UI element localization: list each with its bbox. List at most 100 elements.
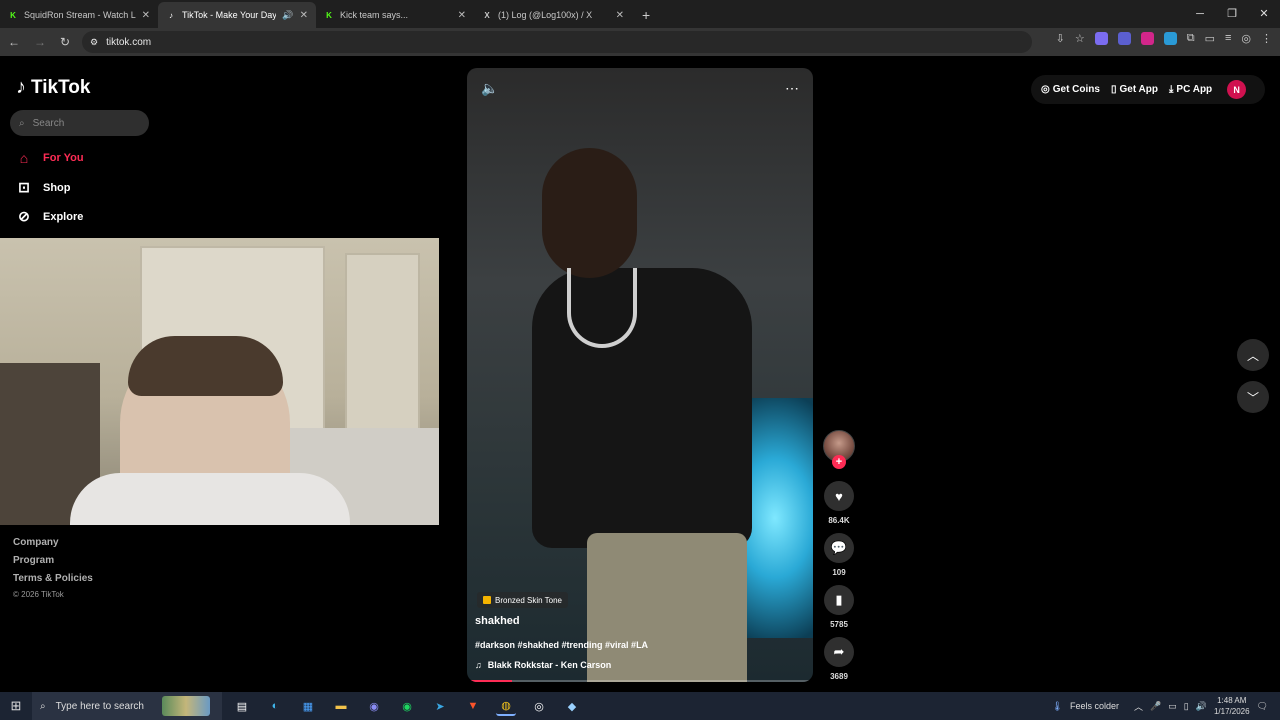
dancer-chain [567, 268, 637, 348]
copyright: © 2026 TikTok [13, 590, 64, 599]
comment-icon[interactable]: 💬 [824, 533, 854, 563]
previous-video-button[interactable]: ︿ [1237, 339, 1269, 371]
next-video-button[interactable]: ﹀ [1237, 381, 1269, 413]
extension-icon[interactable] [1117, 32, 1131, 45]
extensions-bar: ⇩ ☆ ⧉ ▭ ≡ ◎ ⋮ [1056, 32, 1272, 45]
search-icon: ⌕ [40, 700, 46, 712]
tab-squidron[interactable]: K SquidRon Stream - Watch Live ✕ [0, 2, 158, 28]
taskbar-apps: ▤ ◐ ▦ ▬ ◉ ◉ ➤ ▼ ◍ ◎ ◆ [232, 696, 582, 716]
nav-shop[interactable]: ⊡ Shop [16, 179, 70, 196]
discord-icon[interactable]: ◉ [364, 696, 384, 716]
url-field[interactable]: ⚙ tiktok.com [82, 31, 1032, 53]
bookmark-icon[interactable]: ▮ [824, 585, 854, 615]
spotify-icon[interactable]: ◉ [397, 696, 417, 716]
footer-program[interactable]: Program [13, 555, 54, 566]
media-icon[interactable]: ≡ [1225, 32, 1231, 45]
share-icon[interactable]: ➦ [824, 637, 854, 667]
sidepanel-icon[interactable]: ▭ [1205, 32, 1215, 45]
tray-app-icon[interactable]: ▭ [1168, 701, 1177, 712]
restore-icon[interactable]: ❐ [1216, 0, 1248, 28]
nav-explore[interactable]: ⊘ Explore [16, 208, 83, 225]
kick-icon: K [326, 10, 332, 20]
notification-icon[interactable]: 🗨 [1257, 701, 1268, 712]
video-username[interactable]: shakhed [475, 615, 520, 627]
footer-terms[interactable]: Terms & Policies [13, 573, 93, 584]
follow-plus-icon[interactable]: + [832, 455, 846, 469]
save-action[interactable]: ▮ 5785 [822, 585, 856, 629]
explorer-icon[interactable]: ▬ [331, 696, 351, 716]
new-tab-button[interactable]: + [642, 7, 650, 23]
extension-icon[interactable] [1140, 32, 1154, 45]
extension-icon[interactable] [1163, 32, 1177, 45]
chrome-icon[interactable]: ◍ [496, 696, 516, 716]
nav-for-you[interactable]: ⌂ For You [16, 150, 84, 166]
search-highlight-image [162, 696, 210, 716]
edge-icon[interactable]: ◐ [265, 696, 285, 716]
close-icon[interactable]: ✕ [142, 10, 150, 21]
task-view-icon[interactable]: ▤ [232, 696, 252, 716]
back-icon[interactable]: ← [8, 35, 20, 49]
video-player[interactable]: 🔈 ⋯ Bronzed Skin Tone shakhed #darkson #… [467, 68, 813, 682]
get-coins-button[interactable]: ◎ Get Coins [1041, 84, 1100, 95]
mic-icon[interactable]: 🎤 [1150, 701, 1161, 712]
brave-icon[interactable]: ▼ [463, 696, 483, 716]
app-icon[interactable]: ◆ [562, 696, 582, 716]
close-window-icon[interactable]: ✕ [1248, 0, 1280, 28]
bookmark-star-icon[interactable]: ☆ [1075, 32, 1085, 45]
taskbar-search[interactable]: ⌕ Type here to search [32, 692, 222, 720]
weather-text[interactable]: Feels colder [1070, 701, 1119, 711]
thermometer-icon: 🌡 [1051, 700, 1064, 711]
search-input[interactable]: ⌕ Search [10, 110, 149, 136]
more-options-icon[interactable]: ⋯ [785, 80, 799, 97]
tab-tiktok[interactable]: ♪ TikTok - Make Your Day 🔊 ✕ [158, 2, 316, 28]
close-icon[interactable]: ✕ [300, 10, 308, 21]
tab-x[interactable]: X (1) Log (@Log100x) / X ✕ [474, 2, 632, 28]
like-action[interactable]: ♥ 86.4K [822, 481, 856, 525]
like-count: 86.4K [828, 516, 850, 525]
puzzle-icon[interactable]: ⧉ [1187, 32, 1195, 45]
effect-tag[interactable]: Bronzed Skin Tone [477, 592, 569, 608]
speaker-icon[interactable]: 🔊 [282, 10, 293, 21]
tray-expand-icon[interactable]: ︿ [1134, 700, 1143, 713]
site-info-icon[interactable]: ⚙ [90, 37, 98, 48]
video-caption[interactable]: #darkson #shakhed #trending #viral #LA [475, 640, 648, 650]
get-app-button[interactable]: ▯ Get App [1111, 84, 1158, 95]
reload-icon[interactable]: ↻ [60, 35, 70, 49]
coin-icon: ◎ [1041, 84, 1050, 95]
network-icon[interactable]: ▯ [1184, 701, 1189, 712]
taskbar-search-placeholder: Type here to search [55, 700, 144, 712]
share-action[interactable]: ➦ 3689 [822, 637, 856, 681]
creator-avatar-group[interactable]: + [822, 430, 856, 469]
pc-app-button[interactable]: ⤓ PC App [1169, 84, 1212, 95]
video-music[interactable]: ♫ Blakk Rokkstar - Ken Carson [475, 660, 611, 670]
footer-company[interactable]: Company [13, 537, 59, 548]
minimize-icon[interactable]: ─ [1184, 0, 1216, 28]
clock[interactable]: 1:48 AM 1/17/2026 [1214, 695, 1250, 717]
tiktok-logo[interactable]: ♪ TikTok [16, 76, 90, 99]
close-icon[interactable]: ✕ [616, 10, 624, 21]
store-icon[interactable]: ▦ [298, 696, 318, 716]
close-icon[interactable]: ✕ [458, 10, 466, 21]
extension-icon[interactable] [1094, 32, 1108, 45]
brand-name: TikTok [31, 76, 91, 98]
tab-kick[interactable]: K Kick team says... ✕ [316, 2, 474, 28]
comment-action[interactable]: 💬 109 [822, 533, 856, 577]
windows-start-icon[interactable]: ⊞ [0, 698, 32, 714]
menu-icon[interactable]: ⋮ [1261, 32, 1272, 45]
forward-icon[interactable]: → [34, 35, 46, 49]
volume-icon[interactable]: 🔊 [1196, 701, 1207, 712]
room-door [345, 253, 420, 433]
volume-icon[interactable]: 🔈 [481, 80, 498, 97]
profile-icon[interactable]: ◎ [1241, 32, 1251, 45]
profile-avatar[interactable]: N [1227, 80, 1247, 99]
telegram-icon[interactable]: ➤ [430, 696, 450, 716]
video-progress-bar[interactable] [467, 680, 813, 682]
system-tray: 🌡 Feels colder ︿ 🎤 ▭ ▯ 🔊 1:48 AM 1/17/20… [1052, 692, 1280, 720]
search-placeholder: Search [32, 117, 65, 129]
heart-icon[interactable]: ♥ [824, 481, 854, 511]
install-icon[interactable]: ⇩ [1056, 32, 1065, 45]
tiktok-note-icon: ♪ [16, 76, 26, 98]
search-icon: ⌕ [19, 117, 25, 129]
url-text: tiktok.com [106, 36, 152, 48]
obs-icon[interactable]: ◎ [529, 696, 549, 716]
